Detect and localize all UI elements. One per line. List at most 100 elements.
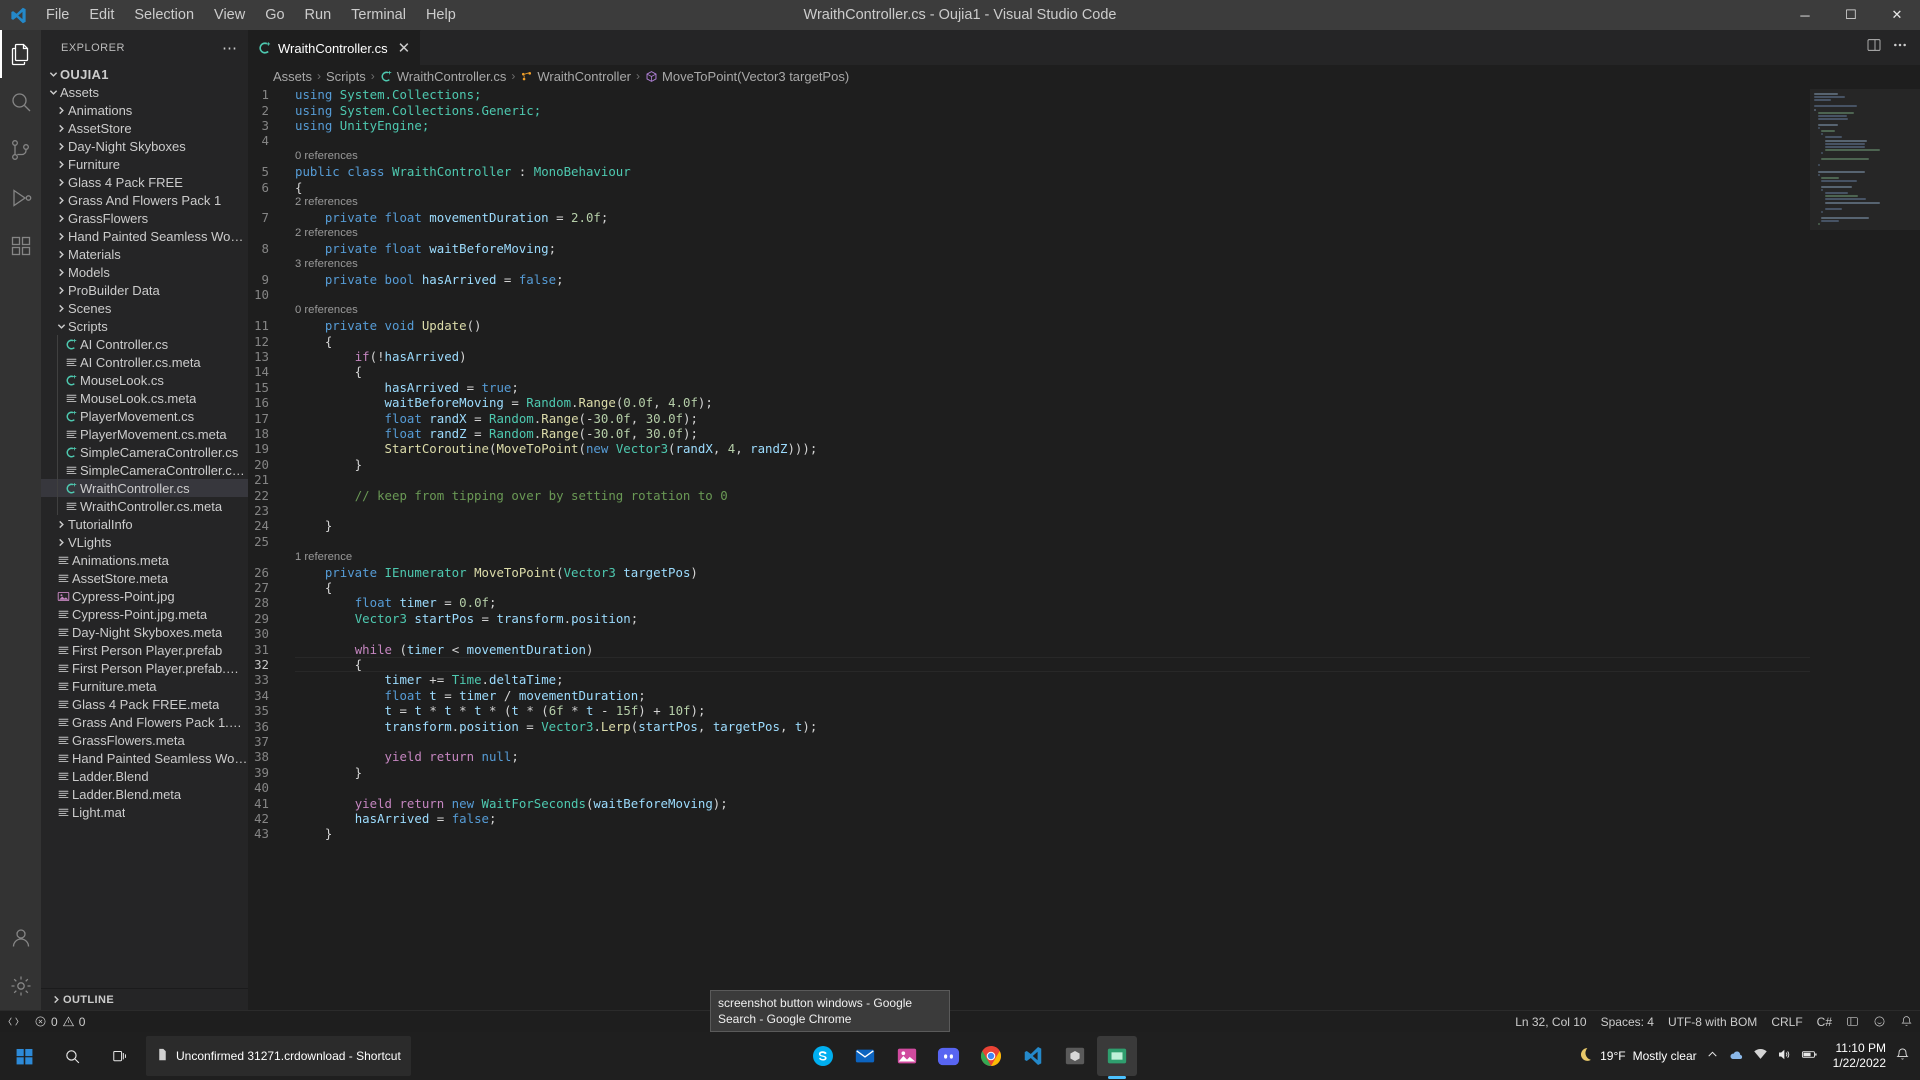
code-line-22[interactable]: 22 // keep from tipping over by setting … [248,487,1810,503]
tab-wraithcontroller[interactable]: WraithController.cs ✕ [248,30,422,65]
feedback-smiley-icon[interactable] [1866,1011,1893,1033]
tree-item-probuilder-data[interactable]: ProBuilder Data [41,281,248,299]
tree-root-oujia1[interactable]: OUJIA1 [41,65,248,83]
tree-item-furniture[interactable]: Furniture [41,155,248,173]
breadcrumb[interactable]: Assets › Scripts › WraithController.cs › Wrait… [248,65,1920,87]
menu-view[interactable]: View [204,0,255,30]
battery-icon[interactable] [1801,1046,1818,1066]
minimap-viewport-slider[interactable] [1810,89,1920,231]
code-line-15[interactable]: 15 hasArrived = true; [248,380,1810,395]
tree-item-tutorialinfo[interactable]: TutorialInfo [41,515,248,533]
code-lens[interactable]: 1 reference [248,549,1810,564]
tree-item-scenes[interactable]: Scenes [41,299,248,317]
tree-item-assets[interactable]: Assets [41,83,248,101]
code-lens[interactable]: 2 references [248,226,1810,241]
skype-icon[interactable] [803,1036,843,1076]
notifications-bell-icon[interactable] [1893,1011,1920,1033]
close-button[interactable]: ✕ [1874,0,1920,30]
tree-item-assetstore[interactable]: AssetStore [41,119,248,137]
onedrive-icon[interactable] [1728,1047,1744,1066]
tree-item-mouselook-cs-meta[interactable]: MouseLook.cs.meta [41,389,248,407]
code-line-34[interactable]: 34 float t = timer / movementDuration; [248,688,1810,703]
code-line-42[interactable]: 42 hasArrived = false; [248,811,1810,826]
outline-section-header[interactable]: OUTLINE [41,988,248,1010]
code-lens[interactable]: 2 references [248,195,1810,210]
code-line-12[interactable]: 12 { [248,333,1810,349]
menu-terminal[interactable]: Terminal [341,0,416,30]
explorer-icon[interactable] [0,30,41,78]
code-line-40[interactable]: 40 [248,780,1810,795]
code-lens[interactable]: 0 references [248,149,1810,164]
code-line-26[interactable]: 26 private IEnumerator MoveToPoint(Vecto… [248,564,1810,580]
code-line-28[interactable]: 28 float timer = 0.0f; [248,595,1810,610]
menu-go[interactable]: Go [255,0,294,30]
extensions-icon[interactable] [0,222,41,270]
code-line-6[interactable]: 6{ [248,179,1810,195]
breadcrumb-item-3[interactable]: WraithController [520,69,631,84]
code-line-41[interactable]: 41 yield return new WaitForSeconds(waitB… [248,795,1810,811]
editor-layout-icon[interactable] [1839,1011,1866,1033]
code-line-36[interactable]: 36 transform.position = Vector3.Lerp(sta… [248,718,1810,734]
code-line-14[interactable]: 14 { [248,364,1810,379]
notification-icon[interactable] [1895,1047,1910,1065]
code-line-5[interactable]: 5 public class WraithController : MonoBeh… [248,164,1810,179]
code-line-20[interactable]: 20 } [248,457,1810,472]
tree-item-ladder-blend[interactable]: Ladder.Blend [41,767,248,785]
tree-item-wraithcontroller-cs-meta[interactable]: WraithController.cs.meta [41,497,248,515]
code-line-23[interactable]: 23 [248,503,1810,518]
tree-item-vlights[interactable]: VLights [41,533,248,551]
code-line-10[interactable]: 10 [248,287,1810,302]
network-icon[interactable] [1753,1047,1768,1065]
tree-item-ladder-blend-meta[interactable]: Ladder.Blend.meta [41,785,248,803]
code-line-29[interactable]: 29 Vector3 startPos = transform.position… [248,611,1810,626]
code-line-18[interactable]: 18 float randZ = Random.Range(-30.0f, 30… [248,426,1810,441]
split-editor-icon[interactable] [1866,37,1882,58]
tree-item-mouselook-cs[interactable]: MouseLook.cs [41,371,248,389]
tree-item-glass-4-pack-free[interactable]: Glass 4 Pack FREE [41,173,248,191]
code-line-9[interactable]: 9 private bool hasArrived = false; [248,272,1810,287]
code-line-38[interactable]: 38 yield return null; [248,749,1810,764]
minimize-button[interactable]: ─ [1782,0,1828,30]
tree-item-furniture-meta[interactable]: Furniture.meta [41,677,248,695]
tree-item-first-person-player-prefab[interactable]: First Person Player.prefab [41,641,248,659]
tree-item-assetstore-meta[interactable]: AssetStore.meta [41,569,248,587]
code-line-8[interactable]: 8 private float waitBeforeMoving; [248,241,1810,256]
tree-item-wraithcontroller-cs[interactable]: WraithController.cs [41,479,248,497]
tab-close-icon[interactable]: ✕ [398,41,411,56]
tree-item-playermovement-cs[interactable]: PlayerMovement.cs [41,407,248,425]
explorer-more-actions-icon[interactable]: ⋯ [222,39,238,57]
tree-item-ai-controller-cs[interactable]: AI Controller.cs [41,335,248,353]
menu-run[interactable]: Run [295,0,342,30]
unity-icon[interactable] [1055,1036,1095,1076]
code-line-7[interactable]: 7 private float movementDuration = 2.0f; [248,210,1810,225]
snip-tool-icon[interactable] [1096,1036,1137,1076]
editor-indentation[interactable]: Spaces: 4 [1594,1011,1661,1033]
breadcrumb-item-4[interactable]: MoveToPoint(Vector3 targetPos) [645,69,849,84]
mail-icon[interactable] [845,1036,885,1076]
tree-item-glass-4-pack-free-meta[interactable]: Glass 4 Pack FREE.meta [41,695,248,713]
code-lens[interactable]: 3 references [248,256,1810,271]
code-line-37[interactable]: 37 [248,734,1810,749]
remote-indicator[interactable] [0,1011,27,1033]
code-lens[interactable]: 0 references [248,303,1810,318]
code-line-2[interactable]: 2 using System.Collections.Generic; [248,102,1810,118]
tree-item-materials[interactable]: Materials [41,245,248,263]
run-debug-icon[interactable] [0,174,41,222]
code-line-32[interactable]: 32 { [248,656,1810,673]
tree-item-first-person-player-prefab-meta[interactable]: First Person Player.prefab.meta [41,659,248,677]
tree-item-grass-and-flowers-pack-1-meta[interactable]: Grass And Flowers Pack 1.meta [41,713,248,731]
taskbar-download-item[interactable]: Unconfirmed 31271.crdownload - Shortcut [146,1036,411,1076]
tree-item-hand-painted-seamless-wood-text[interactable]: Hand Painted Seamless Wood Text... [41,749,248,767]
editor-eol[interactable]: CRLF [1764,1011,1809,1033]
weather-widget[interactable]: 19°F Mostly clear [1576,1046,1697,1066]
code-line-25[interactable]: 25 [248,534,1810,549]
tree-item-day-night-skyboxes-meta[interactable]: Day-Night Skyboxes.meta [41,623,248,641]
code-line-24[interactable]: 24 } [248,518,1810,533]
manage-gear-icon[interactable] [0,962,41,1010]
tree-item-grass-and-flowers-pack-1[interactable]: Grass And Flowers Pack 1 [41,191,248,209]
vscode-icon[interactable] [1013,1036,1053,1076]
taskbar-clock[interactable]: 11:10 PM 1/22/2022 [1827,1041,1886,1071]
code-line-13[interactable]: 13 if(!hasArrived) [248,349,1810,364]
file-tree[interactable]: OUJIA1 Assets Animations AssetStore Day-Nigh… [41,65,248,988]
code-line-16[interactable]: 16 waitBeforeMoving = Random.Range(0.0f,… [248,395,1810,410]
